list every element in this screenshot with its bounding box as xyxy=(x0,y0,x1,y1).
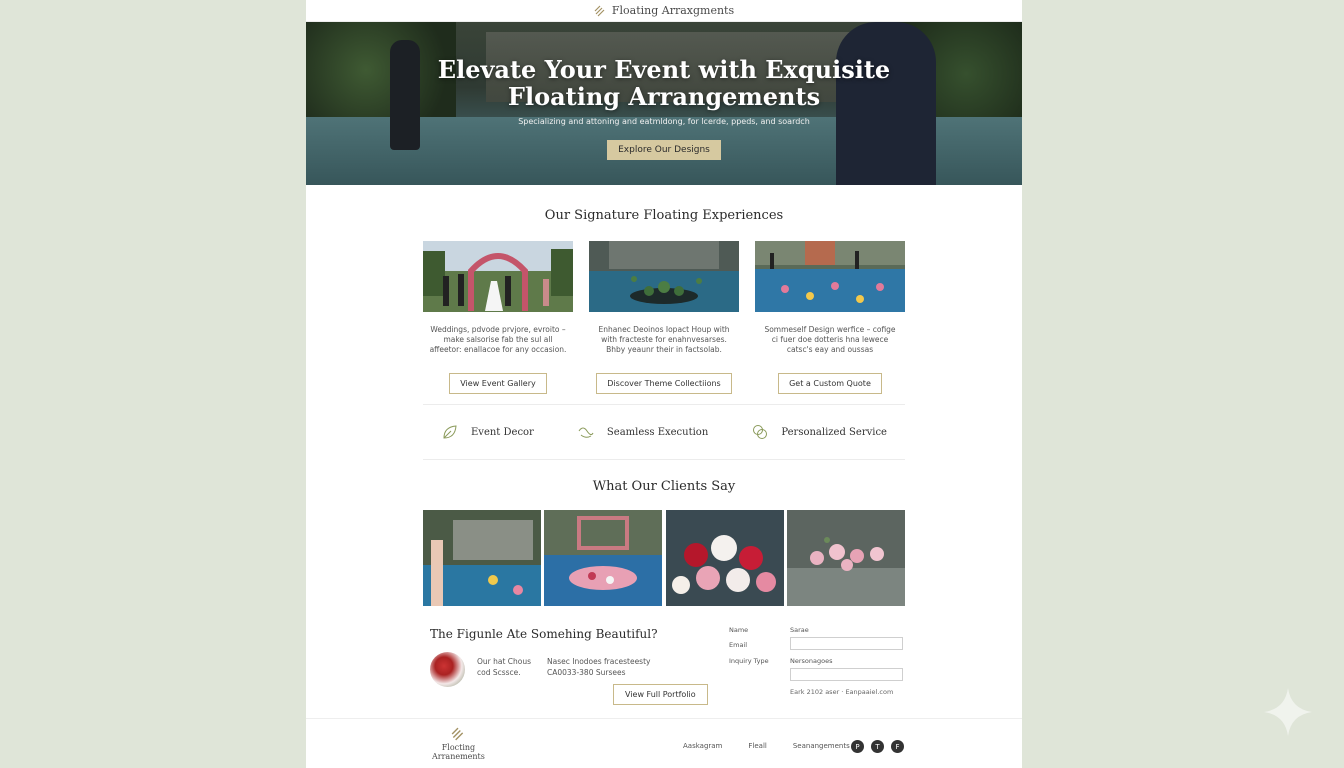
inquiry-field-label: Nersonagoes xyxy=(790,657,833,665)
footer-logo[interactable]: Flocting Arranements xyxy=(432,727,485,761)
contact-line: CA0033-380 Sursees xyxy=(547,668,626,677)
hero-title: Elevate Your Event with Exquisite Floati… xyxy=(306,56,1022,110)
interlock-icon xyxy=(753,425,768,439)
contact-info-primary: Our hat Chous cod Scssce. xyxy=(477,656,531,678)
footer: Flocting Arranements Aaskagram Fleall Se… xyxy=(306,718,1022,768)
brand-name[interactable]: Floating Arraxgments xyxy=(612,4,734,17)
divider xyxy=(423,459,905,460)
card-image-wedding-arch[interactable] xyxy=(423,241,573,312)
social-links: P T F xyxy=(851,740,904,753)
gallery-image-floating-roses[interactable] xyxy=(786,510,905,606)
inquiry-type-field[interactable] xyxy=(790,668,903,681)
client-gallery xyxy=(423,510,905,606)
view-full-portfolio-button[interactable]: View Full Portfolio xyxy=(613,684,708,705)
email-label: Email xyxy=(729,641,748,649)
inquiry-type-label: Inquiry Type xyxy=(729,657,769,665)
gallery-image-pool-party[interactable] xyxy=(423,510,541,606)
contact-line: cod Scssce. xyxy=(477,668,521,677)
feature-event-decor: Event Decor xyxy=(441,423,534,441)
sparkle-icon xyxy=(1264,688,1312,736)
card-themes: Enhanec Deoinos Iopact Houp with with fr… xyxy=(589,241,739,394)
feature-label: Personalized Service xyxy=(781,426,887,438)
feature-label: Seamless Execution xyxy=(606,426,709,438)
top-bar: Floating Arraxgments xyxy=(306,0,1022,22)
features-row: Event Decor Seamless Execution Personali… xyxy=(423,423,905,441)
twitter-icon[interactable]: T xyxy=(871,740,884,753)
name-field[interactable] xyxy=(790,637,903,650)
footer-link[interactable]: Aaskagram xyxy=(683,742,722,750)
facebook-icon[interactable]: F xyxy=(891,740,904,753)
feature-personalized-service: Personalized Service xyxy=(751,423,887,441)
clients-section-title: What Our Clients Say xyxy=(592,479,736,494)
footer-links: Aaskagram Fleall Seanangements xyxy=(683,742,850,750)
footer-link[interactable]: Fleall xyxy=(748,742,766,750)
view-event-gallery-button[interactable]: View Event Gallery xyxy=(449,373,547,394)
footer-logo-line: Arranements xyxy=(432,752,485,761)
divider xyxy=(423,404,905,405)
pinterest-icon[interactable]: P xyxy=(851,740,864,753)
name-field-label: Sarae xyxy=(790,626,809,634)
hero-title-line-1: Elevate Your Event with Exquisite xyxy=(437,55,891,84)
leaf-icon xyxy=(443,425,457,439)
webpage: Floating Arraxgments Elevate Your Event … xyxy=(306,0,1022,768)
hero-title-line-2: Floating Arrangements xyxy=(507,82,821,111)
get-custom-quote-button[interactable]: Get a Custom Quote xyxy=(778,373,882,394)
signature-section-title: Our Signature Floating Experiences xyxy=(544,208,784,223)
footer-logo-line: Flocting xyxy=(441,743,476,752)
petal-icon xyxy=(578,427,594,438)
card-description: Sommeself Design werfice – cofige ci fue… xyxy=(764,325,896,354)
hero-content: Elevate Your Event with Exquisite Floati… xyxy=(306,56,1022,160)
card-weddings: Weddings, pdvode prvjore, evroito – make… xyxy=(423,241,573,394)
gallery-image-wedding-pool[interactable] xyxy=(544,510,663,606)
logo-icon xyxy=(452,727,464,741)
signature-cards: Weddings, pdvode prvjore, evroito – make… xyxy=(423,241,905,394)
hero-subtitle: Specializing and attoning and eatmldong,… xyxy=(518,117,810,126)
card-image-event-pool[interactable] xyxy=(755,241,905,312)
hero-banner: Elevate Your Event with Exquisite Floati… xyxy=(306,22,1022,185)
contact-line: Nasec Inodoes fracesteesty xyxy=(547,657,651,666)
feature-seamless-execution: Seamless Execution xyxy=(577,423,708,441)
discover-theme-collections-button[interactable]: Discover Theme Collectiions xyxy=(596,373,732,394)
contact-info-secondary: Nasec Inodoes fracesteesty CA0033-380 Su… xyxy=(547,656,650,678)
contact-line: Our hat Chous xyxy=(477,657,532,666)
avatar xyxy=(430,652,465,687)
cta-title: The Figunle Ate Somehing Beautiful? xyxy=(430,627,658,641)
name-label: Name xyxy=(729,626,749,634)
contact-note: Eark 2102 aser · Eanpaaiel.com xyxy=(790,688,894,696)
gallery-image-rose-bouquet[interactable] xyxy=(665,510,784,606)
explore-designs-button[interactable]: Explore Our Designs xyxy=(607,140,721,160)
feature-label: Event Decor xyxy=(471,426,534,438)
logo-icon xyxy=(594,5,605,16)
card-custom: Sommeself Design werfice – cofige ci fue… xyxy=(755,241,905,394)
card-description: Enhanec Deoinos Iopact Houp with with fr… xyxy=(598,325,730,354)
footer-link[interactable]: Seanangements xyxy=(793,742,850,750)
card-image-floating-pool[interactable] xyxy=(589,241,739,312)
card-description: Weddings, pdvode prvjore, evroito – make… xyxy=(429,325,567,354)
